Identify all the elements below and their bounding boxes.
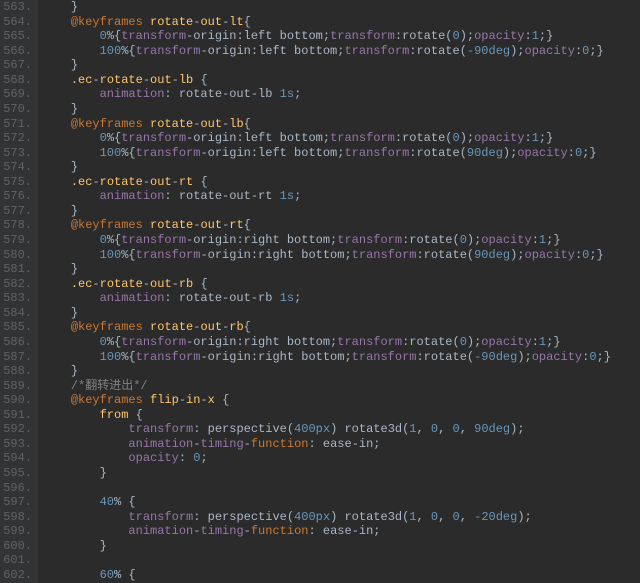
code-line[interactable]: }: [42, 102, 640, 117]
code-line[interactable]: animation: rotate-out-rt 1s;: [42, 189, 640, 204]
line-number: 585.: [0, 320, 32, 335]
line-number: 584.: [0, 306, 32, 321]
line-number: 568.: [0, 73, 32, 88]
line-number: 602.: [0, 568, 32, 583]
line-number: 582.: [0, 277, 32, 292]
code-line[interactable]: animation-timing-function: ease-in;: [42, 524, 640, 539]
line-number: 586.: [0, 335, 32, 350]
code-line[interactable]: }: [42, 0, 640, 15]
code-line[interactable]: 100%{transform-origin:left bottom;transf…: [42, 146, 640, 161]
code-line[interactable]: 100%{transform-origin:left bottom;transf…: [42, 44, 640, 59]
line-number: 575.: [0, 175, 32, 190]
code-line[interactable]: }: [42, 539, 640, 554]
code-line[interactable]: }: [42, 364, 640, 379]
code-line[interactable]: @keyframes rotate-out-rt{: [42, 218, 640, 233]
line-number: 593.: [0, 437, 32, 452]
code-line[interactable]: opacity: 0;: [42, 451, 640, 466]
line-number: 566.: [0, 44, 32, 59]
line-number: 590.: [0, 393, 32, 408]
code-line[interactable]: 100%{transform-origin:right bottom;trans…: [42, 350, 640, 365]
code-line[interactable]: 60% {: [42, 568, 640, 583]
code-line[interactable]: animation: rotate-out-rb 1s;: [42, 291, 640, 306]
line-number: 600.: [0, 539, 32, 554]
line-number: 563.: [0, 0, 32, 15]
line-number: 591.: [0, 408, 32, 423]
code-line[interactable]: @keyframes rotate-out-rb{: [42, 320, 640, 335]
line-number: 570.: [0, 102, 32, 117]
line-number: 580.: [0, 248, 32, 263]
line-number: 592.: [0, 422, 32, 437]
code-line[interactable]: transform: perspective(400px) rotate3d(1…: [42, 510, 640, 525]
line-number: 596.: [0, 481, 32, 496]
line-number: 597.: [0, 495, 32, 510]
line-number: 577.: [0, 204, 32, 219]
code-line[interactable]: [42, 481, 640, 496]
line-number: 567.: [0, 58, 32, 73]
code-line[interactable]: .ec-rotate-out-lb {: [42, 73, 640, 88]
code-line[interactable]: }: [42, 262, 640, 277]
code-line[interactable]: }: [42, 58, 640, 73]
code-line[interactable]: 0%{transform-origin:right bottom;transfo…: [42, 233, 640, 248]
code-editor[interactable]: 563.564.565.566.567.568.569.570.571.572.…: [0, 0, 640, 583]
code-line[interactable]: }: [42, 204, 640, 219]
line-number: 578.: [0, 218, 32, 233]
line-number: 571.: [0, 117, 32, 132]
code-line[interactable]: [42, 553, 640, 568]
code-line[interactable]: }: [42, 160, 640, 175]
line-number: 573.: [0, 146, 32, 161]
line-number-gutter: 563.564.565.566.567.568.569.570.571.572.…: [0, 0, 38, 583]
line-number: 588.: [0, 364, 32, 379]
code-line[interactable]: 0%{transform-origin:left bottom;transfor…: [42, 29, 640, 44]
line-number: 601.: [0, 553, 32, 568]
code-line[interactable]: transform: perspective(400px) rotate3d(1…: [42, 422, 640, 437]
code-line[interactable]: @keyframes rotate-out-lt{: [42, 15, 640, 30]
line-number: 583.: [0, 291, 32, 306]
line-number: 594.: [0, 451, 32, 466]
code-line[interactable]: .ec-rotate-out-rt {: [42, 175, 640, 190]
code-line[interactable]: animation-timing-function: ease-in;: [42, 437, 640, 452]
code-line[interactable]: /*翻转进出*/: [42, 379, 640, 394]
line-number: 569.: [0, 87, 32, 102]
code-line[interactable]: 0%{transform-origin:left bottom;transfor…: [42, 131, 640, 146]
code-line[interactable]: animation: rotate-out-lb 1s;: [42, 87, 640, 102]
line-number: 576.: [0, 189, 32, 204]
code-line[interactable]: @keyframes rotate-out-lb{: [42, 117, 640, 132]
line-number: 574.: [0, 160, 32, 175]
code-line[interactable]: @keyframes flip-in-x {: [42, 393, 640, 408]
code-line[interactable]: 100%{transform-origin:right bottom;trans…: [42, 248, 640, 263]
line-number: 587.: [0, 350, 32, 365]
line-number: 589.: [0, 379, 32, 394]
code-line[interactable]: .ec-rotate-out-rb {: [42, 277, 640, 292]
line-number: 595.: [0, 466, 32, 481]
line-number: 565.: [0, 29, 32, 44]
code-line[interactable]: 40% {: [42, 495, 640, 510]
code-line[interactable]: }: [42, 466, 640, 481]
line-number: 579.: [0, 233, 32, 248]
line-number: 564.: [0, 15, 32, 30]
line-number: 572.: [0, 131, 32, 146]
line-number: 599.: [0, 524, 32, 539]
code-line[interactable]: from {: [42, 408, 640, 423]
code-line[interactable]: }: [42, 306, 640, 321]
code-area[interactable]: } @keyframes rotate-out-lt{ 0%{transform…: [38, 0, 640, 583]
code-line[interactable]: 0%{transform-origin:right bottom;transfo…: [42, 335, 640, 350]
line-number: 598.: [0, 510, 32, 525]
line-number: 581.: [0, 262, 32, 277]
